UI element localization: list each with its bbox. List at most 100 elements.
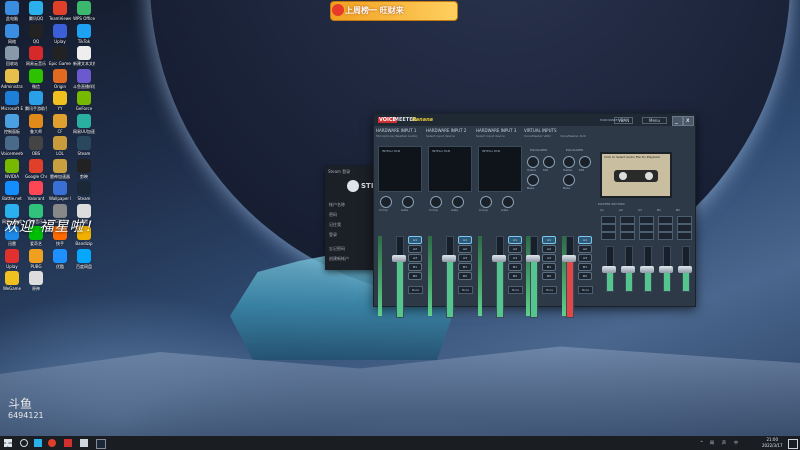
- eq-knob[interactable]: [563, 156, 575, 168]
- intellipan-pad[interactable]: INTELLI PAN: [428, 146, 472, 192]
- knob[interactable]: [402, 196, 414, 208]
- mute-button[interactable]: Mute: [408, 286, 423, 294]
- fader-handle[interactable]: [442, 255, 456, 263]
- desktop-icon[interactable]: WeGame: [1, 271, 23, 299]
- master-bus-mode-button[interactable]: [677, 224, 692, 232]
- desktop-icon[interactable]: 原神: [25, 271, 47, 299]
- master-bus-mode-button[interactable]: [601, 216, 616, 224]
- strip-device-name[interactable]: Microphone (Realtek Audio): [376, 134, 417, 138]
- fader-handle[interactable]: [562, 255, 576, 263]
- bus-button[interactable]: B2: [578, 272, 592, 280]
- bus-button[interactable]: A3: [458, 254, 472, 262]
- master-bus-mode-button[interactable]: [658, 232, 673, 240]
- steam-login-button[interactable]: 登录: [329, 232, 337, 238]
- eq-knob[interactable]: [527, 174, 539, 186]
- fader-handle[interactable]: [492, 255, 506, 263]
- bus-button[interactable]: A1: [508, 236, 522, 244]
- master-bus-mode-button[interactable]: [620, 224, 635, 232]
- mute-button[interactable]: Mute: [508, 286, 523, 294]
- master-bus-mode-button[interactable]: [658, 216, 673, 224]
- bus-button[interactable]: B2: [458, 272, 472, 280]
- fader-handle[interactable]: [526, 255, 540, 263]
- mute-button[interactable]: Mute: [578, 286, 593, 294]
- bus-button[interactable]: A3: [542, 254, 556, 262]
- desktop-icon[interactable]: 优酷: [49, 248, 71, 277]
- master-fader-handle[interactable]: [621, 265, 635, 273]
- master-bus-mode-button[interactable]: [639, 216, 654, 224]
- master-bus-mode-button[interactable]: [658, 224, 673, 232]
- bus-button[interactable]: B1: [408, 263, 422, 271]
- bus-button[interactable]: B1: [458, 263, 472, 271]
- menu-button[interactable]: Menu: [642, 117, 667, 124]
- bus-button[interactable]: B1: [508, 263, 522, 271]
- tray-network-icon[interactable]: 网: [710, 440, 714, 446]
- bus-button[interactable]: B2: [508, 272, 522, 280]
- desktop-icon[interactable]: 百度网盘: [73, 248, 95, 277]
- knob[interactable]: [502, 196, 514, 208]
- eq-knob[interactable]: [543, 156, 555, 168]
- master-fader-handle[interactable]: [640, 265, 654, 273]
- cassette-player[interactable]: Click to Select Audio File for Playback: [600, 152, 672, 198]
- taskbar-qq-icon[interactable]: [34, 439, 42, 447]
- master-fader-handle[interactable]: [602, 265, 616, 273]
- taskbar-clock[interactable]: 21:00 2022/3/17: [762, 437, 783, 449]
- bus-button[interactable]: A1: [458, 236, 472, 244]
- bus-button[interactable]: A1: [408, 236, 422, 244]
- voicemeeter-titlebar[interactable]: VOICE MEETER Banana VBAN Menu _ x: [374, 114, 695, 126]
- volume-fader[interactable]: [446, 236, 454, 318]
- volume-fader[interactable]: [530, 236, 538, 318]
- mute-button[interactable]: Mute: [542, 286, 557, 294]
- bus-button[interactable]: A2: [458, 245, 472, 253]
- master-bus-mode-button[interactable]: [677, 232, 692, 240]
- master-bus-mode-button[interactable]: [620, 232, 635, 240]
- taskbar-app-icon[interactable]: [80, 439, 88, 447]
- strip-device-name[interactable]: Select input device: [426, 134, 455, 138]
- taskbar-steam-icon[interactable]: [96, 439, 106, 449]
- bus-button[interactable]: A3: [578, 254, 592, 262]
- bus-button[interactable]: B2: [542, 272, 556, 280]
- knob[interactable]: [452, 196, 464, 208]
- minimize-button[interactable]: _: [672, 116, 683, 126]
- taskbar-voicemeeter-icon[interactable]: [64, 439, 72, 447]
- search-icon[interactable]: [20, 439, 28, 447]
- strip-device-name[interactable]: VoiceMeeter AUX: [560, 134, 586, 138]
- eq-knob[interactable]: [527, 156, 539, 168]
- notification-icon[interactable]: [788, 439, 798, 449]
- tray-ime-icon[interactable]: 中: [734, 440, 738, 446]
- bus-button[interactable]: A2: [542, 245, 556, 253]
- taskbar-chrome-icon[interactable]: [48, 439, 56, 447]
- eq-knob[interactable]: [563, 174, 575, 186]
- steam-remember-checkbox[interactable]: 记住我: [329, 222, 341, 228]
- voicemeeter-window[interactable]: VOICE MEETER Banana VBAN Menu _ x HARDWA…: [373, 113, 696, 318]
- bus-button[interactable]: A3: [508, 254, 522, 262]
- bus-button[interactable]: B2: [408, 272, 422, 280]
- bus-button[interactable]: B1: [578, 263, 592, 271]
- steam-login-window[interactable]: Steam 登录 STEA 帐户名称 密码 记住我 登录 忘记密码 创建新帐户: [325, 166, 381, 270]
- intellipan-pad[interactable]: INTELLI PAN: [478, 146, 522, 192]
- knob[interactable]: [480, 196, 492, 208]
- steam-forgot-link[interactable]: 忘记密码: [329, 246, 345, 252]
- knob[interactable]: [430, 196, 442, 208]
- close-button[interactable]: x: [683, 116, 694, 126]
- fader-handle[interactable]: [392, 255, 406, 263]
- tray-volume-icon[interactable]: 声: [722, 440, 726, 446]
- strip-device-name[interactable]: VoiceMeeter VAIO: [524, 134, 551, 138]
- knob[interactable]: [380, 196, 392, 208]
- eq-knob[interactable]: [579, 156, 591, 168]
- bus-button[interactable]: B1: [542, 263, 556, 271]
- volume-fader[interactable]: [496, 236, 504, 318]
- volume-fader[interactable]: [396, 236, 404, 318]
- bus-button[interactable]: A1: [542, 236, 556, 244]
- master-fader-handle[interactable]: [678, 265, 692, 273]
- master-bus-mode-button[interactable]: [639, 224, 654, 232]
- start-button[interactable]: [4, 439, 12, 447]
- volume-fader[interactable]: [566, 236, 574, 318]
- steam-create-link[interactable]: 创建新帐户: [329, 256, 349, 262]
- intellipan-pad[interactable]: INTELLI PAN: [378, 146, 422, 192]
- master-bus-mode-button[interactable]: [677, 216, 692, 224]
- mute-button[interactable]: Mute: [458, 286, 473, 294]
- bus-button[interactable]: A3: [408, 254, 422, 262]
- strip-device-name[interactable]: Select input device: [476, 134, 505, 138]
- bus-button[interactable]: A2: [408, 245, 422, 253]
- master-bus-mode-button[interactable]: [601, 232, 616, 240]
